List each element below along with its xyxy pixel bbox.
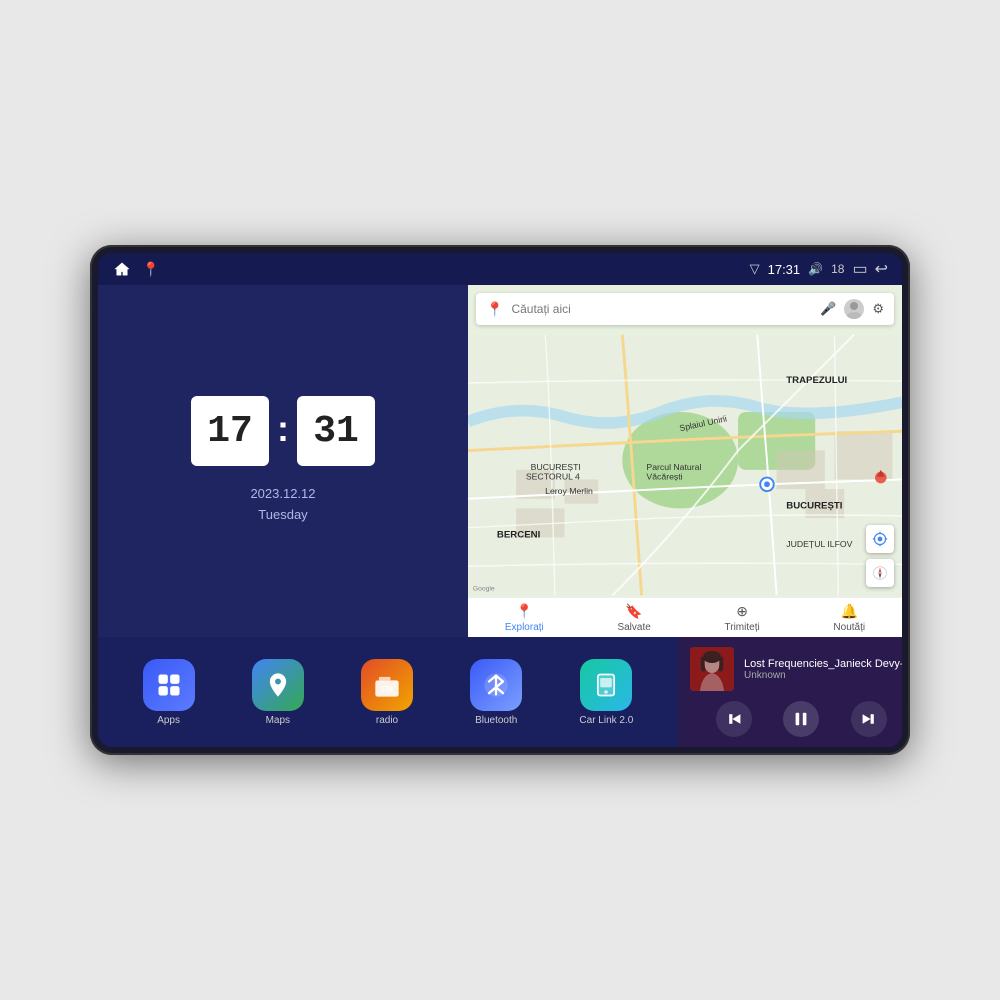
map-panel[interactable]: 📍 Căutați aici 🎤 ⚙ (468, 285, 902, 637)
svg-text:BUCUREȘTI: BUCUREȘTI (531, 462, 581, 472)
volume-icon: 🔊 (808, 262, 823, 276)
saved-label: Salvate (617, 622, 650, 633)
svg-text:Parcul Natural: Parcul Natural (646, 462, 701, 472)
status-time: 17:31 (768, 262, 801, 277)
back-button[interactable]: ↩ (875, 259, 888, 279)
voice-icon[interactable]: 🎤 (820, 301, 836, 317)
carlink-icon (580, 659, 632, 711)
prev-button[interactable] (716, 701, 752, 737)
top-section: 17 : 31 2023.12.12 Tuesday 📍 (98, 285, 902, 637)
user-avatar[interactable] (844, 299, 864, 319)
clock-colon: : (277, 408, 289, 450)
map-search-bar[interactable]: 📍 Căutați aici 🎤 ⚙ (476, 293, 894, 325)
app-item-radio[interactable]: FM radio (361, 659, 413, 726)
clock-panel: 17 : 31 2023.12.12 Tuesday (98, 285, 468, 637)
nav-icon[interactable]: 📍 (142, 261, 159, 278)
status-left: 📍 (112, 260, 159, 278)
music-artwork (690, 647, 734, 691)
music-controls (690, 701, 902, 737)
status-right: ▽ 17:31 🔊 18 ▭ ↩ (750, 259, 888, 279)
battery-icon: ▭ (852, 259, 866, 279)
svg-text:Leroy Merlin: Leroy Merlin (545, 486, 593, 496)
saved-icon: 🔖 (625, 603, 642, 620)
app-item-maps[interactable]: Maps (252, 659, 304, 726)
map-nav-explore[interactable]: 📍 Explorați (505, 603, 544, 633)
battery-level: 18 (831, 262, 844, 276)
bottom-section: Apps Maps (98, 637, 902, 747)
map-nav-news[interactable]: 🔔 Noutăți (833, 603, 865, 633)
bluetooth-icon (470, 659, 522, 711)
svg-text:JUDEȚUL ILFOV: JUDEȚUL ILFOV (786, 539, 852, 549)
svg-text:BERCENI: BERCENI (497, 529, 541, 540)
apps-icon (143, 659, 195, 711)
svg-text:SECTORUL 4: SECTORUL 4 (526, 471, 580, 481)
map-background: 📍 Căutați aici 🎤 ⚙ (468, 285, 902, 637)
map-search-text[interactable]: Căutați aici (511, 302, 812, 316)
svg-text:TRAPEZULUI: TRAPEZULUI (786, 375, 847, 386)
music-title: Lost Frequencies_Janieck Devy-... (744, 658, 902, 670)
clock-minutes: 31 (297, 396, 375, 466)
signal-icon: ▽ (750, 261, 760, 277)
map-svg-container: TRAPEZULUI BUCUREȘTI JUDEȚUL ILFOV BERCE… (468, 333, 902, 597)
status-bar: 📍 ▽ 17:31 🔊 18 ▭ ↩ (98, 253, 902, 285)
clock-display: 17 : 31 (191, 396, 375, 466)
maps-icon (252, 659, 304, 711)
app-item-carlink[interactable]: Car Link 2.0 (579, 659, 633, 726)
map-nav-send[interactable]: ⊕ Trimiteți (725, 603, 760, 633)
svg-text:BUCUREȘTI: BUCUREȘTI (786, 500, 842, 511)
music-info: Lost Frequencies_Janieck Devy-... Unknow… (744, 658, 902, 681)
svg-text:Văcărești: Văcărești (646, 471, 682, 481)
main-content: 17 : 31 2023.12.12 Tuesday 📍 (98, 285, 902, 747)
compass-button[interactable] (866, 559, 894, 587)
music-panel: Lost Frequencies_Janieck Devy-... Unknow… (678, 637, 902, 747)
radio-icon: FM (361, 659, 413, 711)
app-item-apps[interactable]: Apps (143, 659, 195, 726)
send-label: Trimiteți (725, 622, 760, 633)
app-item-bluetooth[interactable]: Bluetooth (470, 659, 522, 726)
clock-hours: 17 (191, 396, 269, 466)
next-button[interactable] (851, 701, 887, 737)
screen: 📍 ▽ 17:31 🔊 18 ▭ ↩ 17 : 31 (98, 253, 902, 747)
location-button[interactable] (866, 525, 894, 553)
svg-text:FM: FM (381, 685, 393, 694)
clock-date: 2023.12.12 Tuesday (250, 484, 315, 526)
maps-label: Maps (266, 715, 290, 726)
explore-label: Explorați (505, 622, 544, 633)
map-pin-icon: 📍 (486, 301, 503, 318)
apps-label: Apps (157, 715, 180, 726)
apps-panel: Apps Maps (98, 637, 678, 747)
device-frame: 📍 ▽ 17:31 🔊 18 ▭ ↩ 17 : 31 (90, 245, 910, 755)
map-settings-icon[interactable]: ⚙ (872, 301, 884, 317)
svg-text:Google: Google (473, 585, 495, 592)
explore-icon: 📍 (516, 603, 533, 620)
carlink-label: Car Link 2.0 (579, 715, 633, 726)
news-icon: 🔔 (841, 603, 858, 620)
home-icon[interactable] (112, 260, 132, 278)
send-icon: ⊕ (736, 603, 748, 620)
map-bottom-nav: 📍 Explorați 🔖 Salvate ⊕ Trimiteți (468, 597, 902, 637)
bluetooth-label: Bluetooth (475, 715, 517, 726)
news-label: Noutăți (833, 622, 865, 633)
music-top: Lost Frequencies_Janieck Devy-... Unknow… (690, 647, 902, 691)
radio-label: radio (376, 715, 398, 726)
map-nav-saved[interactable]: 🔖 Salvate (617, 603, 650, 633)
music-artist: Unknown (744, 670, 902, 681)
play-pause-button[interactable] (783, 701, 819, 737)
